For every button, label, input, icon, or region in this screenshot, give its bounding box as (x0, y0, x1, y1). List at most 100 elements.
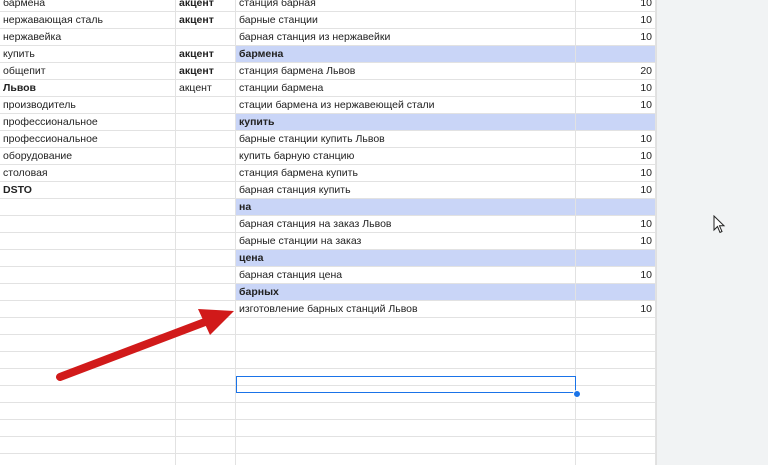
table-row[interactable] (0, 318, 656, 335)
cell-accent[interactable] (176, 250, 236, 266)
cell-count[interactable]: 10 (576, 165, 656, 181)
cell-phrase[interactable]: барная станция купить (236, 182, 576, 198)
cell-count[interactable] (576, 386, 656, 402)
table-row[interactable]: производитель стации бармена из нержавеющ… (0, 97, 656, 114)
cell-phrase[interactable]: барные станции купить Львов (236, 131, 576, 147)
cell-accent[interactable] (176, 233, 236, 249)
cell-keyword[interactable] (0, 318, 176, 334)
cell-phrase[interactable]: станция бармена Львов (236, 63, 576, 79)
cell-count[interactable] (576, 403, 656, 419)
cell-keyword[interactable] (0, 369, 176, 385)
cell-accent[interactable]: акцент (176, 0, 236, 11)
table-row[interactable]: профессиональное барные станции купить Ль… (0, 131, 656, 148)
cell-keyword[interactable] (0, 233, 176, 249)
cell-keyword[interactable]: оборудование (0, 148, 176, 164)
cell-keyword[interactable]: нержавейка (0, 29, 176, 45)
cell-phrase[interactable] (236, 352, 576, 368)
cell-accent[interactable] (176, 29, 236, 45)
cell-count[interactable] (576, 369, 656, 385)
cell-keyword[interactable]: профессиональное (0, 114, 176, 130)
table-row[interactable] (0, 335, 656, 352)
cell-phrase[interactable]: цена (236, 250, 576, 266)
cell-phrase[interactable]: стации бармена из нержавеющей стали (236, 97, 576, 113)
table-row[interactable]: оборудование купить барную станцию 10 (0, 148, 656, 165)
cell-phrase[interactable]: барная станция на заказ Львов (236, 216, 576, 232)
cell-count[interactable]: 10 (576, 29, 656, 45)
cell-count[interactable]: 10 (576, 131, 656, 147)
cell-keyword[interactable]: производитель (0, 97, 176, 113)
cell-keyword[interactable] (0, 454, 176, 465)
cell-count[interactable]: 20 (576, 63, 656, 79)
cell-phrase[interactable] (236, 454, 576, 465)
cell-keyword[interactable] (0, 352, 176, 368)
cell-count[interactable] (576, 454, 656, 465)
cell-accent[interactable]: акцент (176, 12, 236, 28)
spreadsheet-grid[interactable]: бармена акцент станция барная 10 нержавающая… (0, 0, 656, 465)
group-header-row[interactable]: купить акцент бармена (0, 46, 656, 63)
table-row[interactable]: изготовление барных станций Львов 10 (0, 301, 656, 318)
cell-accent[interactable] (176, 199, 236, 215)
cell-keyword[interactable]: столовая (0, 165, 176, 181)
cell-keyword[interactable]: купить (0, 46, 176, 62)
cell-count[interactable] (576, 437, 656, 453)
cell-phrase[interactable] (236, 437, 576, 453)
cell-count[interactable] (576, 284, 656, 300)
cell-phrase[interactable] (236, 403, 576, 419)
cell-keyword[interactable] (0, 216, 176, 232)
cell-keyword[interactable]: нержавающая сталь (0, 12, 176, 28)
cell-phrase[interactable]: барные станции (236, 12, 576, 28)
cell-accent[interactable] (176, 301, 236, 317)
cell-keyword[interactable]: профессиональное (0, 131, 176, 147)
cell-accent[interactable] (176, 437, 236, 453)
cell-accent[interactable] (176, 267, 236, 283)
cell-accent[interactable] (176, 182, 236, 198)
cell-count[interactable]: 10 (576, 216, 656, 232)
group-header-row[interactable]: барных (0, 284, 656, 301)
cell-keyword[interactable] (0, 420, 176, 436)
cell-keyword[interactable] (0, 403, 176, 419)
cell-count[interactable]: 10 (576, 182, 656, 198)
cell-phrase[interactable] (236, 318, 576, 334)
cell-count[interactable] (576, 420, 656, 436)
cell-phrase[interactable]: купить (236, 114, 576, 130)
cell-accent[interactable] (176, 165, 236, 181)
cell-phrase[interactable] (236, 420, 576, 436)
cell-count[interactable]: 10 (576, 80, 656, 96)
cell-count[interactable] (576, 114, 656, 130)
cell-phrase[interactable]: на (236, 199, 576, 215)
cell-keyword[interactable] (0, 284, 176, 300)
table-row[interactable]: барные станции на заказ 10 (0, 233, 656, 250)
table-row[interactable]: DSTO барная станция купить 10 (0, 182, 656, 199)
cell-accent[interactable] (176, 386, 236, 402)
table-row[interactable]: барная станция цена 10 (0, 267, 656, 284)
table-row[interactable]: бармена акцент станция барная 10 (0, 0, 656, 12)
cell-phrase[interactable]: станции бармена (236, 80, 576, 96)
cell-accent[interactable] (176, 369, 236, 385)
table-row[interactable]: нержавейка барная станция из нержавейки 10 (0, 29, 656, 46)
cell-accent[interactable]: акцент (176, 80, 236, 96)
cell-count[interactable]: 10 (576, 267, 656, 283)
cell-accent[interactable] (176, 131, 236, 147)
group-header-row[interactable]: цена (0, 250, 656, 267)
table-row[interactable] (0, 420, 656, 437)
cell-count[interactable]: 10 (576, 148, 656, 164)
cell-phrase[interactable] (236, 335, 576, 351)
cell-keyword[interactable] (0, 335, 176, 351)
cell-keyword[interactable]: DSTO (0, 182, 176, 198)
cell-keyword[interactable]: бармена (0, 0, 176, 11)
cell-count[interactable] (576, 199, 656, 215)
cell-count[interactable]: 10 (576, 233, 656, 249)
table-row[interactable] (0, 437, 656, 454)
cell-count[interactable] (576, 352, 656, 368)
cell-phrase[interactable]: барных (236, 284, 576, 300)
table-row[interactable] (0, 352, 656, 369)
cell-keyword[interactable] (0, 199, 176, 215)
cell-phrase[interactable]: купить барную станцию (236, 148, 576, 164)
cell-phrase[interactable]: изготовление барных станций Львов (236, 301, 576, 317)
cell-keyword[interactable] (0, 250, 176, 266)
table-row[interactable]: столовая станция бармена купить 10 (0, 165, 656, 182)
fill-handle[interactable] (573, 390, 581, 398)
cell-phrase[interactable]: станция барная (236, 0, 576, 11)
cell-accent[interactable] (176, 403, 236, 419)
cell-accent[interactable] (176, 420, 236, 436)
